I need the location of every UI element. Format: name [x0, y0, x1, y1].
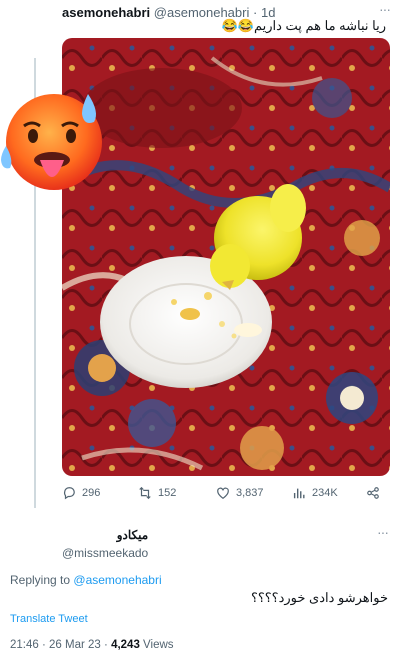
footer-views-count: 4,243 [111, 639, 140, 651]
like-action[interactable]: 3,837 [216, 486, 264, 500]
reply-action[interactable]: 296 [62, 486, 100, 500]
more-options-icon[interactable]: ··· [379, 2, 391, 16]
retweet-action[interactable]: 152 [138, 486, 176, 500]
reply-author-handle[interactable]: @missmeekado [62, 546, 148, 560]
heart-icon [217, 487, 229, 499]
tweet-timestamp-date[interactable]: 26 Mar 23 [49, 639, 101, 651]
author-name[interactable]: asemonehabri [62, 5, 150, 20]
share-icon [367, 487, 379, 499]
reply-count: 296 [82, 487, 101, 499]
views-chart-icon [293, 488, 305, 499]
translate-tweet-link[interactable]: Translate Tweet [10, 613, 88, 625]
tweet-text: ریا نباشه ما هم پت داریم😂😂 [221, 18, 386, 33]
retweet-count: 152 [158, 487, 177, 499]
footer-views-label: Views [143, 639, 174, 651]
tweet-actions: 296 152 3,837 234K [62, 486, 390, 502]
like-count: 3,837 [236, 487, 264, 499]
replying-prefix: Replying to [10, 573, 71, 587]
reply-author-name[interactable]: میکادو [62, 528, 148, 542]
retweet-icon [139, 486, 151, 500]
reply-icon [63, 487, 75, 500]
replying-mention-link[interactable]: @asemonehabri [73, 573, 161, 587]
share-action[interactable] [366, 486, 380, 500]
reply-text: خواهرشو دادی خورد؟؟؟؟ [250, 590, 388, 605]
views-action[interactable]: 234K [292, 486, 338, 500]
footer-dot: · [41, 639, 46, 651]
footer-dot-2: · [104, 639, 108, 651]
replying-to: Replying to @asemonehabri [10, 573, 162, 587]
reply-header: میکادو @missmeekado [62, 528, 148, 560]
media-photo [62, 38, 390, 476]
views-count: 234K [312, 487, 338, 499]
tweet-timestamp-time[interactable]: 21:46 [10, 639, 39, 651]
hot-face-emoji-icon [1, 94, 102, 190]
tweet-media[interactable] [62, 38, 390, 476]
reply-more-options-icon[interactable]: ··· [377, 524, 389, 540]
tweet-footer: 21:46 · 26 Mar 23 · 4,243 Views [10, 639, 174, 651]
